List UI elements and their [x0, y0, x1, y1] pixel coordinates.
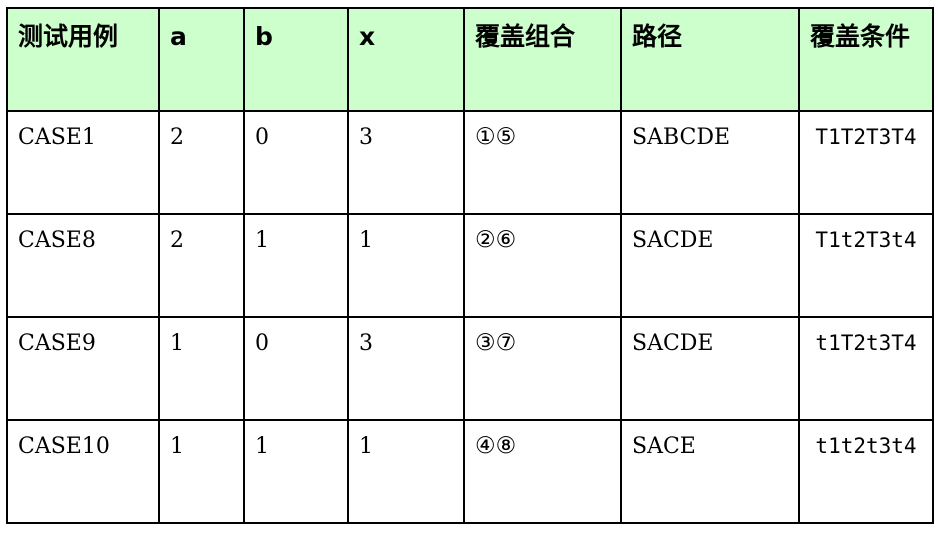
condition-cell: t1t2t3t4	[798, 419, 934, 524]
b-cell: 1	[243, 213, 349, 318]
b-cell: 0	[243, 110, 349, 215]
table-row: CASE9 1 0 3 ③⑦ SACDE t1T2t3T4	[6, 316, 934, 421]
header-row: 测试用例 a b x 覆盖组合 路径 覆盖条件	[6, 7, 934, 112]
case-cell: CASE9	[6, 316, 160, 421]
path-cell: SABCDE	[620, 110, 800, 215]
x-cell: 1	[347, 213, 465, 318]
table-row: CASE10 1 1 1 ④⑧ SACE t1t2t3t4	[6, 419, 934, 524]
table-row: CASE8 2 1 1 ②⑥ SACDE T1t2T3t4	[6, 213, 934, 318]
case-cell: CASE10	[6, 419, 160, 524]
combo-cell: ②⑥	[463, 213, 622, 318]
test-case-table-container: 测试用例 a b x 覆盖组合 路径 覆盖条件 CASE1 2 0 3 ①⑤ S…	[6, 7, 934, 524]
x-cell: 1	[347, 419, 465, 524]
header-cell-test-case: 测试用例	[6, 7, 160, 112]
header-cell-b: b	[243, 7, 349, 112]
header-cell-coverage-combo: 覆盖组合	[463, 7, 622, 112]
header-cell-coverage-condition: 覆盖条件	[798, 7, 934, 112]
x-cell: 3	[347, 316, 465, 421]
a-cell: 1	[158, 419, 245, 524]
case-cell: CASE1	[6, 110, 160, 215]
x-cell: 3	[347, 110, 465, 215]
combo-cell: ③⑦	[463, 316, 622, 421]
combo-cell: ④⑧	[463, 419, 622, 524]
test-case-table: 测试用例 a b x 覆盖组合 路径 覆盖条件 CASE1 2 0 3 ①⑤ S…	[6, 7, 934, 524]
path-cell: SACDE	[620, 213, 800, 318]
condition-cell: t1T2t3T4	[798, 316, 934, 421]
b-cell: 1	[243, 419, 349, 524]
b-cell: 0	[243, 316, 349, 421]
a-cell: 2	[158, 213, 245, 318]
header-cell-x: x	[347, 7, 465, 112]
a-cell: 2	[158, 110, 245, 215]
a-cell: 1	[158, 316, 245, 421]
path-cell: SACDE	[620, 316, 800, 421]
case-cell: CASE8	[6, 213, 160, 318]
table-row: CASE1 2 0 3 ①⑤ SABCDE T1T2T3T4	[6, 110, 934, 215]
condition-cell: T1t2T3t4	[798, 213, 934, 318]
path-cell: SACE	[620, 419, 800, 524]
condition-cell: T1T2T3T4	[798, 110, 934, 215]
header-cell-a: a	[158, 7, 245, 112]
header-cell-path: 路径	[620, 7, 800, 112]
combo-cell: ①⑤	[463, 110, 622, 215]
